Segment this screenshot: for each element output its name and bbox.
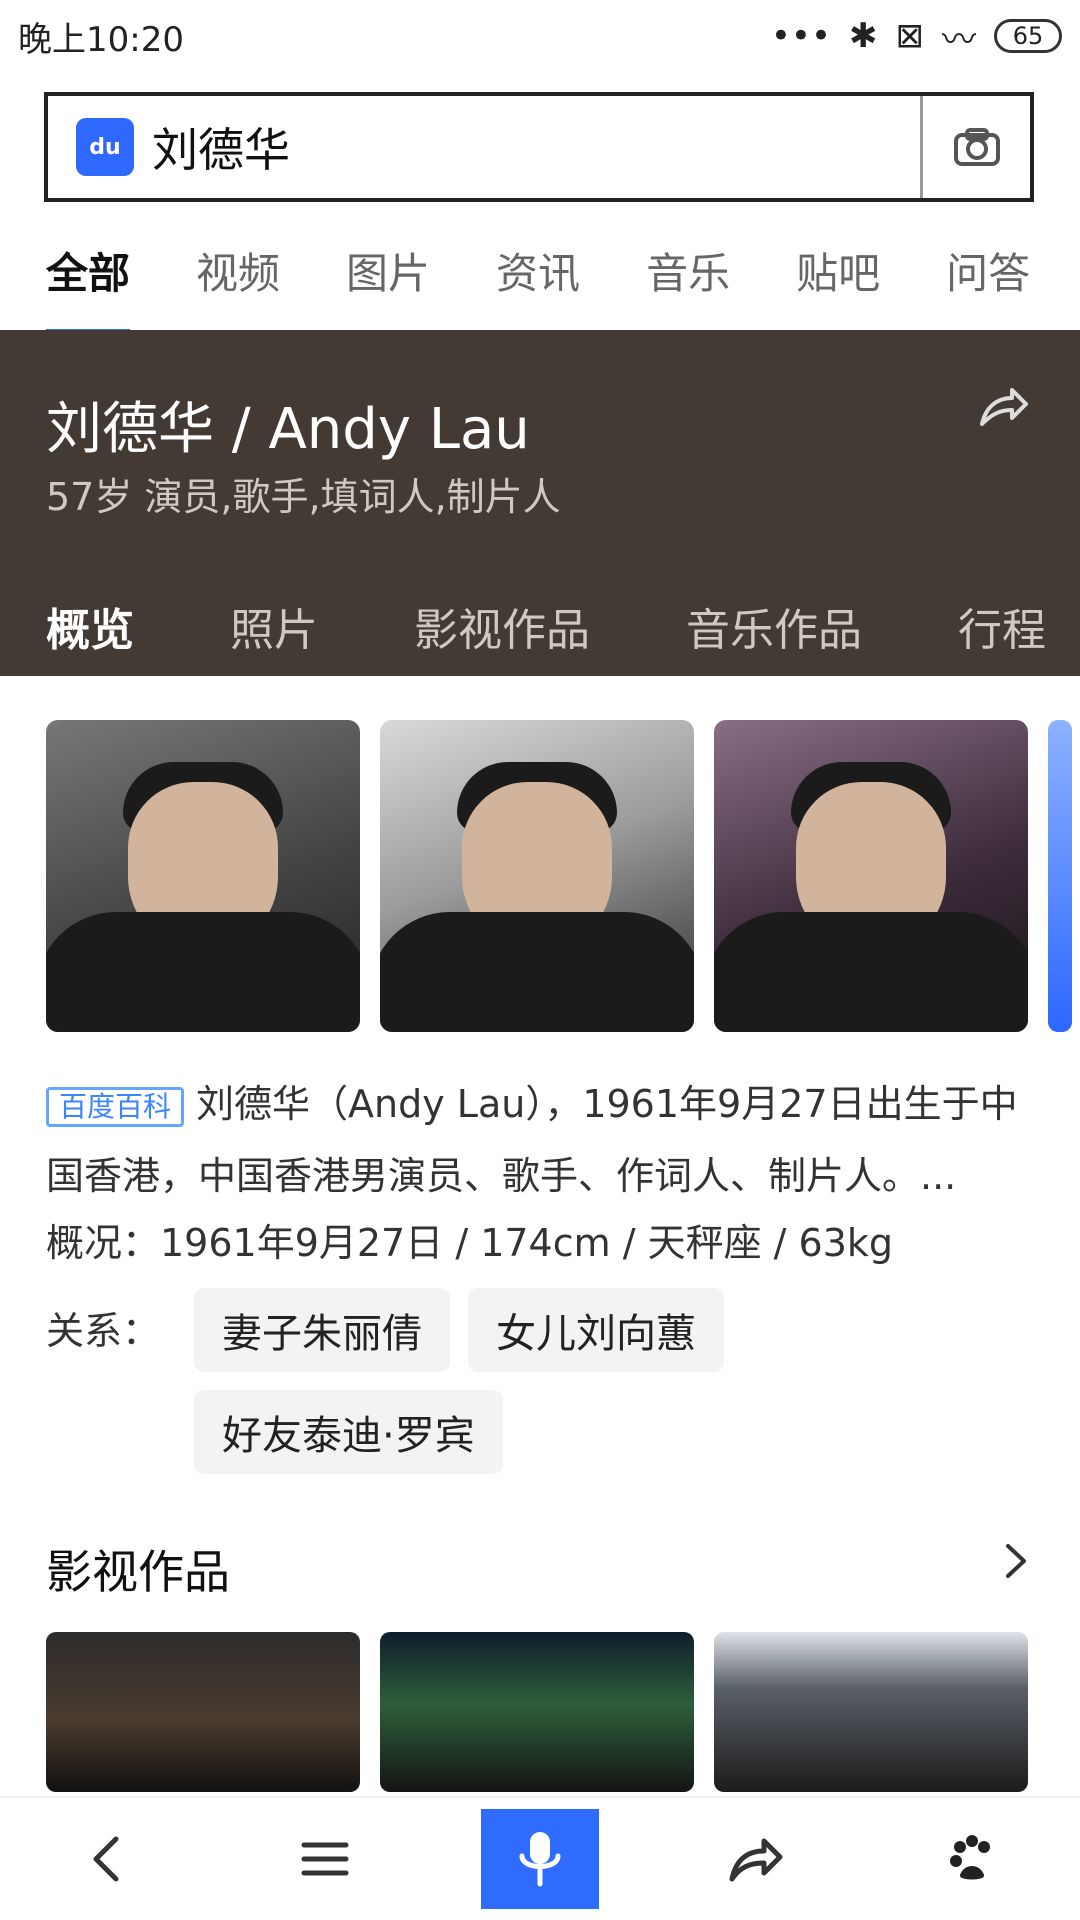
tab-tieba[interactable]: 贴吧 <box>796 240 880 301</box>
paw-icon <box>949 1835 990 1880</box>
chevron-right-icon[interactable] <box>994 1540 1036 1582</box>
card-tab-music[interactable]: 音乐作品 <box>686 594 862 658</box>
card-tab-photos[interactable]: 照片 <box>230 594 318 658</box>
facts-line: 概况：1961年9月27日 / 174cm / 天秤座 / 63kg <box>46 1221 894 1265</box>
card-tabs: 概览 照片 影视作品 音乐作品 行程 <box>46 594 1080 684</box>
section-title: 影视作品 <box>46 1545 230 1599</box>
status-time: 晚上10:20 <box>18 19 184 60</box>
tab-all[interactable]: 全部 <box>46 240 131 330</box>
summary: 百度百科 刘德华（Andy Lau），1961年9月27日出生于中国香港，中国香港… <box>46 1068 1036 1212</box>
tab-music[interactable]: 音乐 <box>646 240 730 301</box>
card-subtitle: 57岁 演员,歌手,填词人,制片人 <box>46 475 561 519</box>
knowledge-card: 刘德华 / Andy Lau 57岁 演员,歌手,填词人,制片人 概览 照片 影… <box>0 330 1080 684</box>
voice-search-button[interactable] <box>480 1809 599 1909</box>
photo-strip <box>46 720 1080 1032</box>
movie-poster[interactable] <box>380 1632 694 1792</box>
card-tab-filmography[interactable]: 影视作品 <box>414 594 590 658</box>
battery-level: 65 <box>1012 22 1044 50</box>
movie-poster[interactable] <box>714 1632 1028 1792</box>
camera-button[interactable] <box>920 96 1030 198</box>
card-tab-overview[interactable]: 概览 <box>46 594 134 684</box>
wifi-icon: 〰 <box>942 19 976 60</box>
relation-chip[interactable]: 妻子朱丽倩 <box>194 1288 450 1372</box>
movie-strip <box>46 1632 1080 1792</box>
microphone-icon <box>519 1832 561 1887</box>
photo-thumbnail[interactable] <box>46 720 360 1032</box>
share-button[interactable] <box>695 1809 815 1909</box>
search-input[interactable]: du 刘德华 <box>48 96 920 198</box>
bottom-nav <box>0 1796 1080 1920</box>
baidu-home-button[interactable] <box>912 1809 1032 1909</box>
share-icon <box>729 1838 783 1882</box>
search-bar[interactable]: du 刘德华 <box>44 92 1034 202</box>
card-tab-schedule[interactable]: 行程 <box>958 594 1046 658</box>
relation-chip[interactable]: 女儿刘向蕙 <box>468 1288 724 1372</box>
search-tabs: 全部 视频 图片 资讯 音乐 贴吧 问答 <box>0 210 1080 330</box>
battery-icon: 65 <box>994 19 1062 53</box>
relations-list: 妻子朱丽倩 女儿刘向蕙 好友泰迪·罗宾 <box>194 1288 1034 1474</box>
relation-chip[interactable]: 好友泰迪·罗宾 <box>194 1390 503 1474</box>
card-title: 刘德华 / Andy Lau <box>46 397 530 462</box>
menu-button[interactable] <box>265 1809 385 1909</box>
baidu-logo-icon: du <box>76 118 134 176</box>
more-icon: ••• <box>770 16 831 56</box>
baike-badge[interactable]: 百度百科 <box>46 1086 185 1127</box>
bluetooth-icon: ✱ <box>849 16 878 56</box>
photo-thumbnail[interactable] <box>714 720 1028 1032</box>
tab-news[interactable]: 资讯 <box>496 240 580 301</box>
camera-icon <box>953 128 1000 166</box>
tab-video[interactable]: 视频 <box>196 240 280 301</box>
share-icon[interactable] <box>972 378 1032 438</box>
back-button[interactable] <box>48 1809 168 1909</box>
status-bar: 晚上10:20 ••• ✱ ⊠ 〰 65 <box>0 0 1080 72</box>
tab-images[interactable]: 图片 <box>346 240 430 301</box>
status-icons: ••• ✱ ⊠ 〰 65 <box>771 12 1062 61</box>
movie-poster[interactable] <box>46 1632 360 1792</box>
summary-text: 刘德华（Andy Lau），1961年9月27日出生于中国香港，中国香港男演员、… <box>46 1082 1018 1198</box>
back-icon <box>93 1836 119 1882</box>
photo-thumbnail[interactable] <box>380 720 694 1032</box>
tab-qa[interactable]: 问答 <box>946 240 1030 301</box>
search-query: 刘德华 <box>152 123 290 177</box>
photo-thumbnail[interactable] <box>1048 720 1072 1032</box>
menu-icon <box>301 1842 349 1876</box>
sim-icon: ⊠ <box>895 16 925 56</box>
relations-label: 关系： <box>46 1309 161 1353</box>
